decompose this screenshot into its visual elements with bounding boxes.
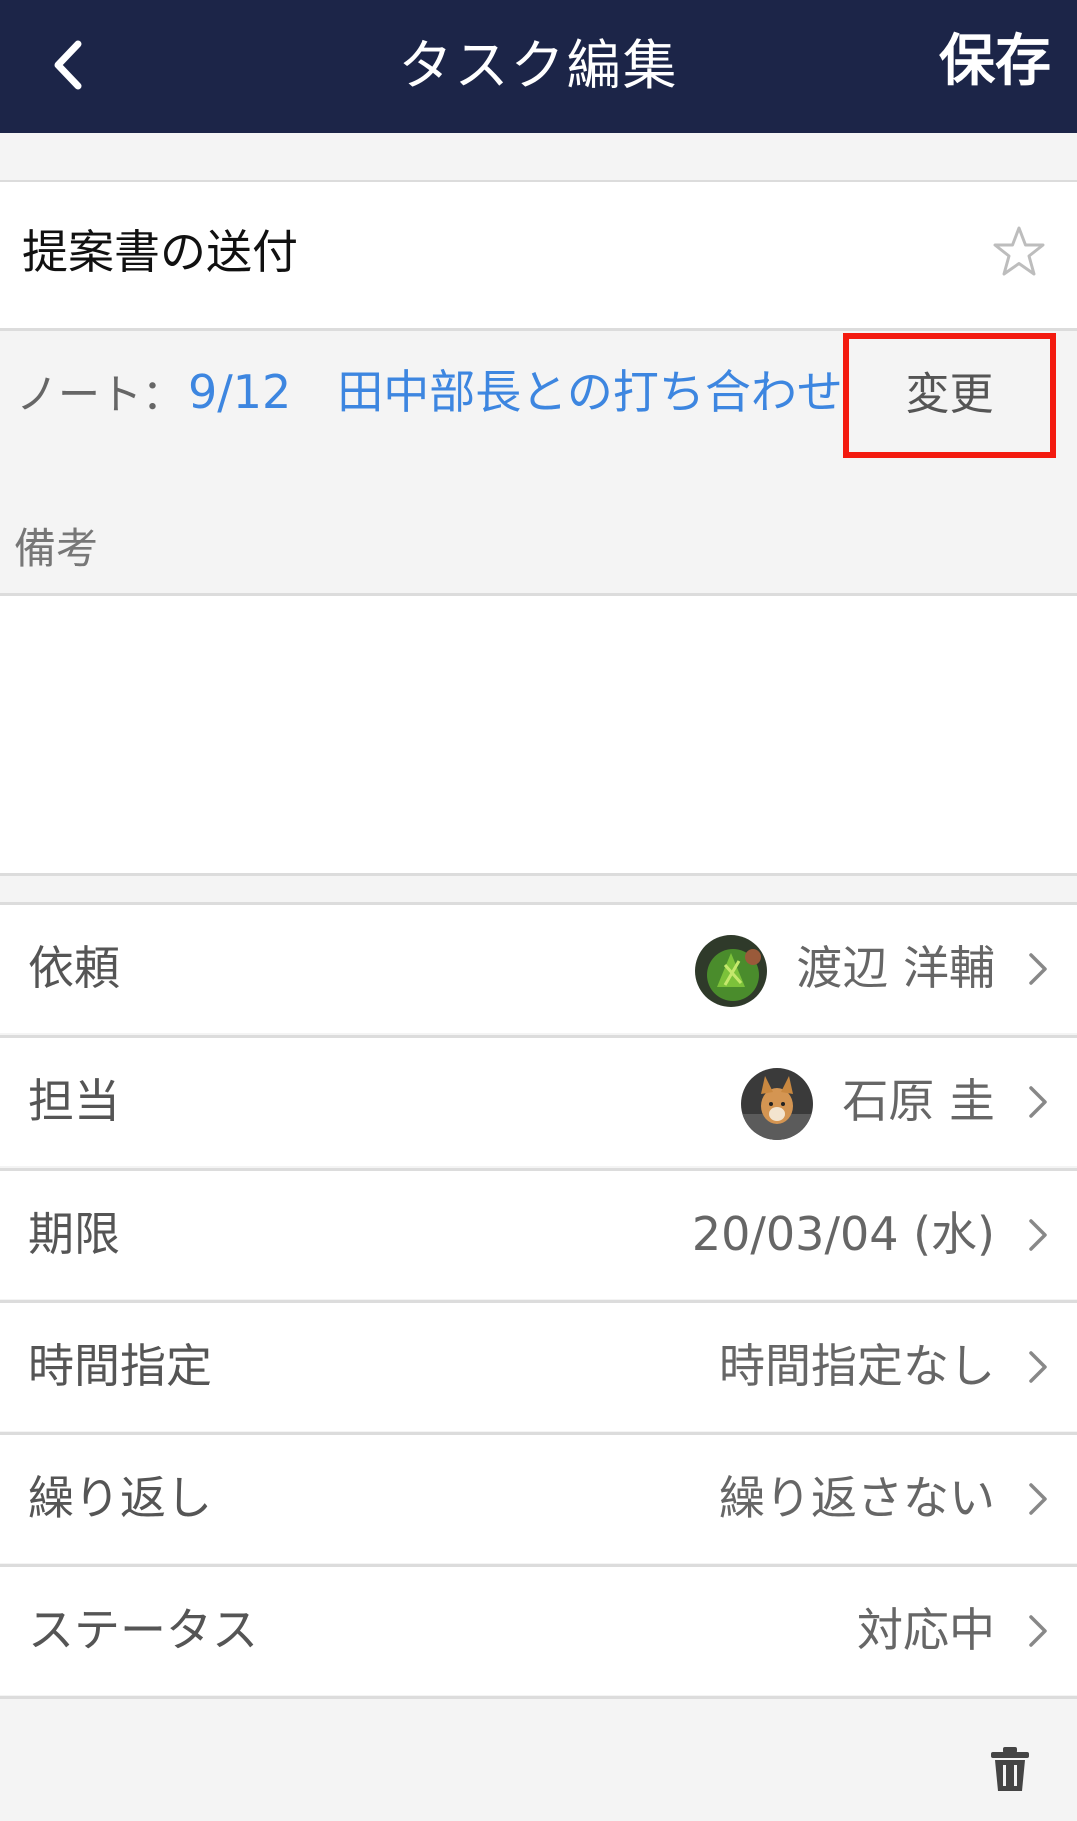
- row-value: 時間指定なし: [719, 1339, 995, 1393]
- row-value: 対応中: [857, 1603, 995, 1657]
- divider: [0, 873, 1077, 876]
- chevron-right-icon: [1029, 1219, 1047, 1251]
- page-title: タスク編集: [398, 34, 679, 97]
- star-icon[interactable]: [991, 224, 1047, 280]
- row-label: 依頼: [28, 941, 120, 995]
- row-value: 渡辺 洋輔: [796, 941, 995, 995]
- chevron-right-icon: [1029, 953, 1047, 985]
- row-label: 担当: [28, 1074, 120, 1128]
- row-assignee[interactable]: 担当 石原 圭: [0, 1038, 1077, 1166]
- assignee-avatar: [741, 1068, 813, 1140]
- task-title-row[interactable]: 提案書の送付: [0, 182, 1077, 328]
- row-label: 時間指定: [28, 1339, 212, 1393]
- note-label: ノート：: [16, 370, 185, 419]
- note-section: ノート： 9/12 田中部長との打ち合わせ 変更 備考: [0, 331, 1077, 593]
- row-value: 20/03/04 (水): [691, 1207, 995, 1261]
- note-link[interactable]: 9/12 田中部長との打ち合わせ: [188, 361, 860, 423]
- save-button[interactable]: 保存: [939, 26, 1051, 98]
- remarks-input[interactable]: [0, 596, 1077, 873]
- chevron-right-icon: [1029, 1615, 1047, 1647]
- chevron-right-icon: [1029, 1351, 1047, 1383]
- row-label: 繰り返し: [28, 1471, 212, 1525]
- row-status[interactable]: ステータス 対応中: [0, 1567, 1077, 1695]
- trash-icon[interactable]: [989, 1745, 1031, 1793]
- divider: [0, 1696, 1077, 1699]
- row-value: 繰り返さない: [719, 1471, 995, 1525]
- row-label: ステータス: [28, 1603, 258, 1657]
- task-title-input[interactable]: 提案書の送付: [22, 222, 298, 282]
- row-requester[interactable]: 依頼 渡辺 洋輔: [0, 905, 1077, 1033]
- chevron-right-icon: [1029, 1483, 1047, 1515]
- requester-avatar: [695, 935, 767, 1007]
- change-note-button[interactable]: 変更: [843, 333, 1056, 458]
- row-repeat[interactable]: 繰り返し 繰り返さない: [0, 1435, 1077, 1563]
- remarks-label: 備考: [14, 524, 99, 573]
- chevron-right-icon: [1029, 1086, 1047, 1118]
- app-header: タスク編集 保存: [0, 0, 1077, 133]
- row-label: 期限: [28, 1207, 120, 1261]
- row-time[interactable]: 時間指定 時間指定なし: [0, 1303, 1077, 1431]
- row-value: 石原 圭: [842, 1074, 995, 1128]
- change-note-label: 変更: [905, 369, 994, 420]
- row-due-date[interactable]: 期限 20/03/04 (水): [0, 1171, 1077, 1299]
